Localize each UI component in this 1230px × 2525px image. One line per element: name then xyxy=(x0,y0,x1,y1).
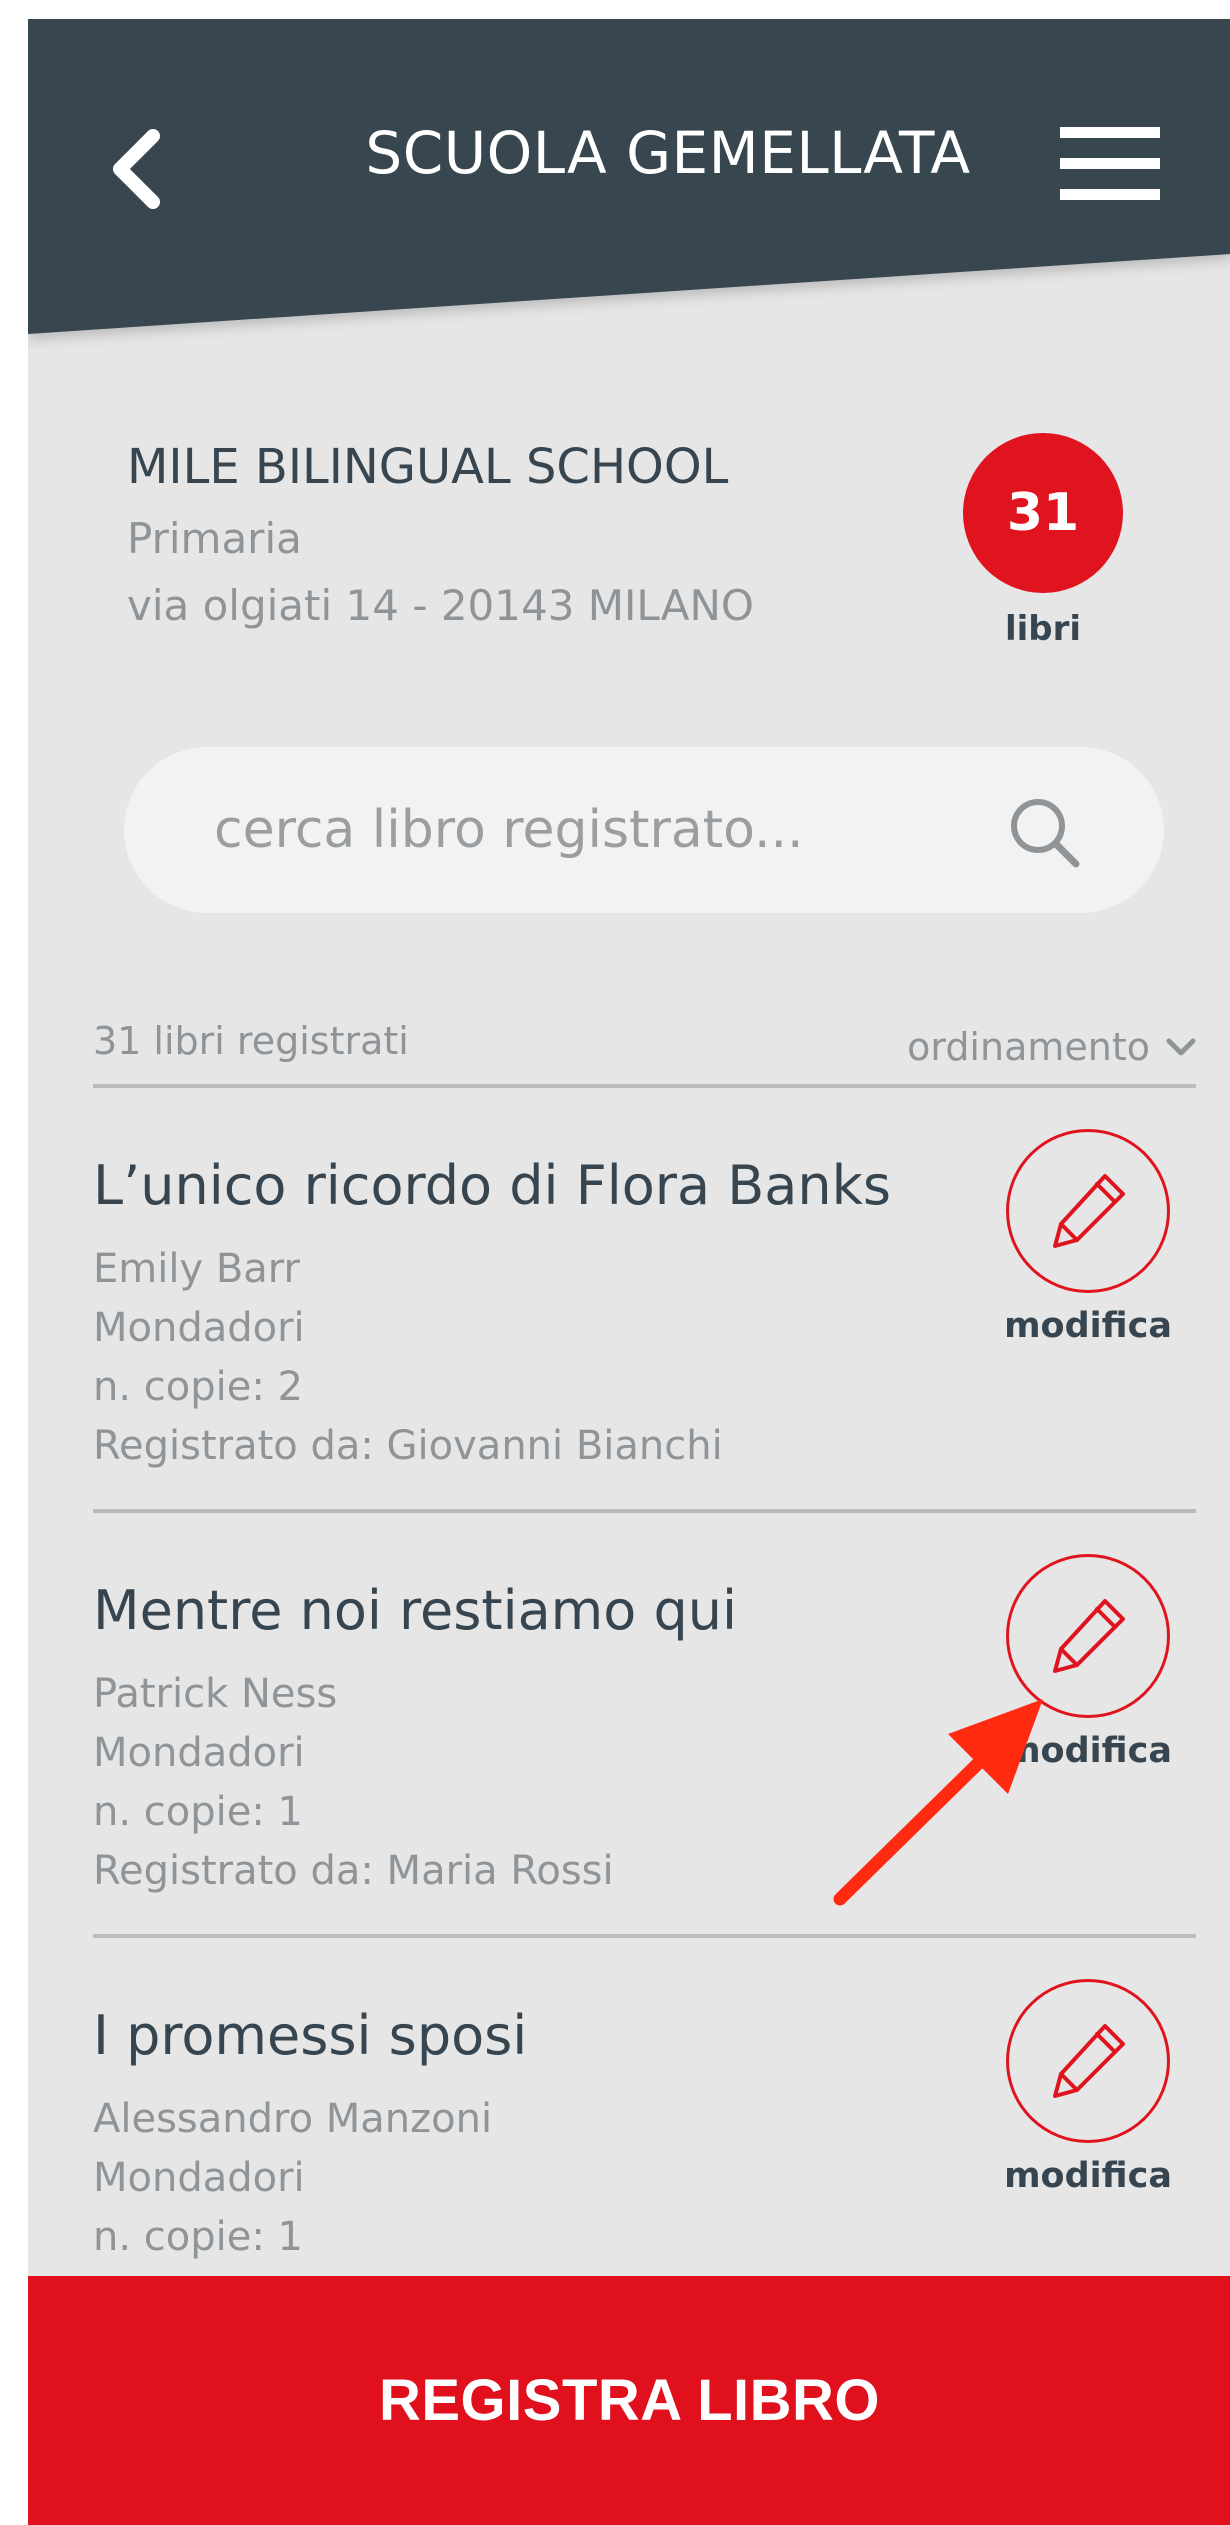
book-copies: n. copie: 1 xyxy=(93,1789,303,1835)
book-publisher: Mondadori xyxy=(93,2155,305,2201)
list-header-divider xyxy=(93,1084,1196,1088)
page-title: SCUOLA GEMELLATA xyxy=(365,119,971,187)
back-button[interactable] xyxy=(98,114,188,224)
chevron-down-icon xyxy=(1166,1038,1196,1056)
edit-book-button[interactable] xyxy=(1006,1979,1170,2143)
edit-book-button[interactable] xyxy=(1006,1554,1170,1718)
sort-label: ordinamento xyxy=(907,1025,1150,1069)
book-title: Mentre noi restiamo qui xyxy=(93,1579,737,1642)
edit-book-label[interactable]: modifica xyxy=(988,1306,1188,1346)
hamburger-menu-icon xyxy=(1060,127,1160,200)
book-title: I promessi sposi xyxy=(93,2004,528,2067)
book-author: Alessandro Manzoni xyxy=(93,2096,493,2142)
register-book-label: REGISTRA LIBRO xyxy=(378,2368,881,2433)
school-type: Primaria xyxy=(127,514,302,563)
book-divider xyxy=(93,1934,1196,1938)
edit-book-button[interactable] xyxy=(1006,1129,1170,1293)
book-count-badge: 31 xyxy=(963,433,1123,593)
edit-book-label[interactable]: modifica xyxy=(988,1731,1188,1771)
sort-dropdown[interactable]: ordinamento xyxy=(838,1017,1198,1077)
chevron-left-icon xyxy=(113,129,160,209)
header: SCUOLA GEMELLATA xyxy=(28,19,1230,349)
book-count-label: libri xyxy=(1004,609,1082,649)
book-author: Emily Barr xyxy=(93,1246,300,1292)
pencil-icon xyxy=(1053,1599,1125,1673)
book-registered-by: Registrato da: Maria Rossi xyxy=(93,1848,614,1894)
registered-books-count: 31 libri registrati xyxy=(93,1019,409,1063)
book-copies: n. copie: 2 xyxy=(93,1364,303,1410)
menu-button[interactable] xyxy=(1048,107,1168,217)
search-input[interactable] xyxy=(214,795,1014,865)
book-copies: n. copie: 1 xyxy=(93,2214,303,2260)
book-registered-by: Registrato da: Giovanni Bianchi xyxy=(93,1423,723,1469)
book-publisher: Mondadori xyxy=(93,1730,305,1776)
pencil-icon xyxy=(1053,2024,1125,2098)
app-screen: SCUOLA GEMELLATA MILE BILINGUAL SCHOOL P… xyxy=(28,19,1230,2525)
school-address: via olgiati 14 - 20143 MILANO xyxy=(127,581,754,630)
book-publisher: Mondadori xyxy=(93,1305,305,1351)
pencil-icon xyxy=(1053,1174,1125,1248)
book-title: L’unico ricordo di Flora Banks xyxy=(93,1154,892,1217)
search-icon[interactable] xyxy=(1004,792,1084,872)
book-author: Patrick Ness xyxy=(93,1671,338,1717)
register-book-button[interactable]: REGISTRA LIBRO xyxy=(28,2276,1230,2525)
book-divider xyxy=(93,1509,1196,1513)
school-name: MILE BILINGUAL SCHOOL xyxy=(127,439,729,495)
search-bar xyxy=(124,747,1164,913)
edit-book-label[interactable]: modifica xyxy=(988,2156,1188,2196)
